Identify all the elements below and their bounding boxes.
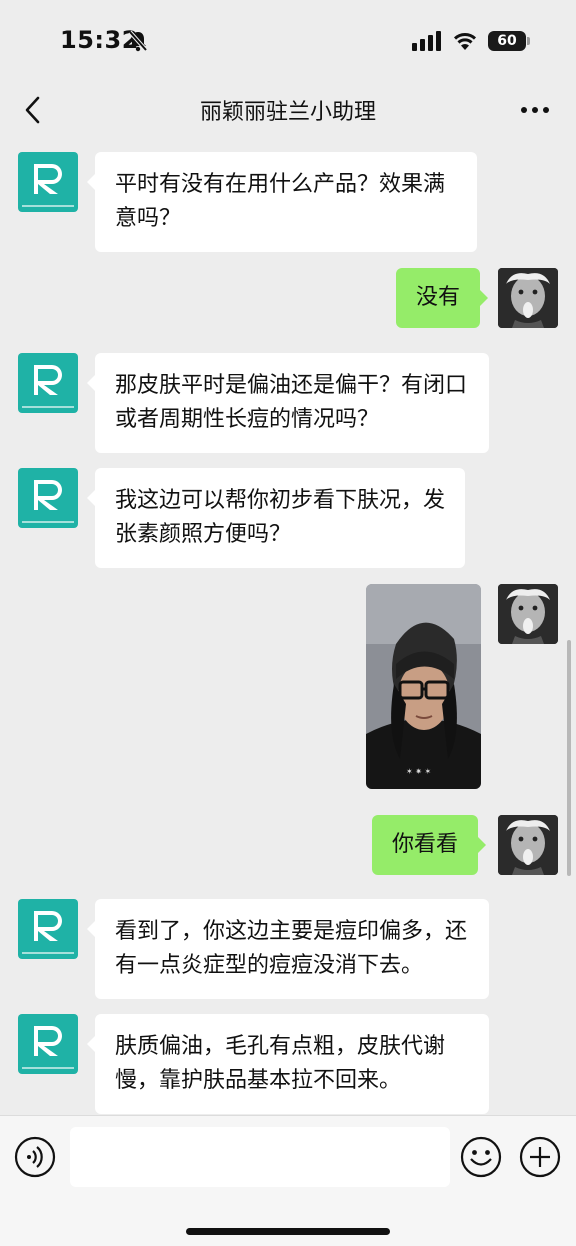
- cellular-signal-icon: [412, 31, 442, 55]
- plus-icon[interactable]: [519, 1136, 561, 1178]
- message-bubble[interactable]: 看到了，你这边主要是痘印偏多，还有一点炎症型的痘痘没消下去。: [87, 899, 489, 999]
- user-avatar[interactable]: [498, 815, 558, 875]
- message-bubble[interactable]: 我这边可以帮你初步看下肤况，发张素颜照方便吗？: [87, 468, 465, 568]
- bot-avatar[interactable]: [18, 1014, 78, 1074]
- message-bubble[interactable]: 平时有没有在用什么产品？效果满意吗？: [87, 152, 477, 252]
- input-bar: [0, 1115, 576, 1246]
- svg-text:✶ ✷ ✶: ✶ ✷ ✶: [406, 767, 431, 776]
- message-bubble[interactable]: 肤质偏油，毛孔有点粗，皮肤代谢慢，靠护肤品基本拉不回来。: [87, 1014, 489, 1114]
- status-bar: 15:32 60: [0, 0, 576, 80]
- battery-tip: [527, 37, 530, 45]
- scrollbar[interactable]: [567, 640, 571, 876]
- wifi-icon: [452, 30, 478, 54]
- message-bubble-mine[interactable]: 你看看: [372, 815, 487, 875]
- bot-avatar[interactable]: [18, 353, 78, 413]
- more-dots-icon[interactable]: [518, 100, 552, 120]
- bell-slash-icon: [128, 30, 148, 56]
- user-avatar[interactable]: [498, 268, 558, 328]
- message-bubble-mine[interactable]: 没有: [396, 268, 489, 328]
- chat-header: 丽颖丽驻兰小助理: [0, 80, 576, 140]
- chat-title: 丽颖丽驻兰小助理: [199, 100, 376, 125]
- emoji-icon[interactable]: [460, 1136, 502, 1178]
- bot-avatar[interactable]: [18, 152, 78, 212]
- voice-icon[interactable]: [14, 1136, 56, 1178]
- home-indicator[interactable]: [186, 1228, 390, 1235]
- message-bubble[interactable]: 那皮肤平时是偏油还是偏干？有闭口或者周期性长痘的情况吗？: [87, 353, 489, 453]
- battery-indicator: 60: [488, 31, 526, 51]
- bot-avatar[interactable]: [18, 468, 78, 528]
- user-avatar[interactable]: [498, 584, 558, 644]
- sent-photo[interactable]: ✶ ✷ ✶: [366, 584, 481, 789]
- message-input[interactable]: [70, 1127, 450, 1187]
- bot-avatar[interactable]: [18, 899, 78, 959]
